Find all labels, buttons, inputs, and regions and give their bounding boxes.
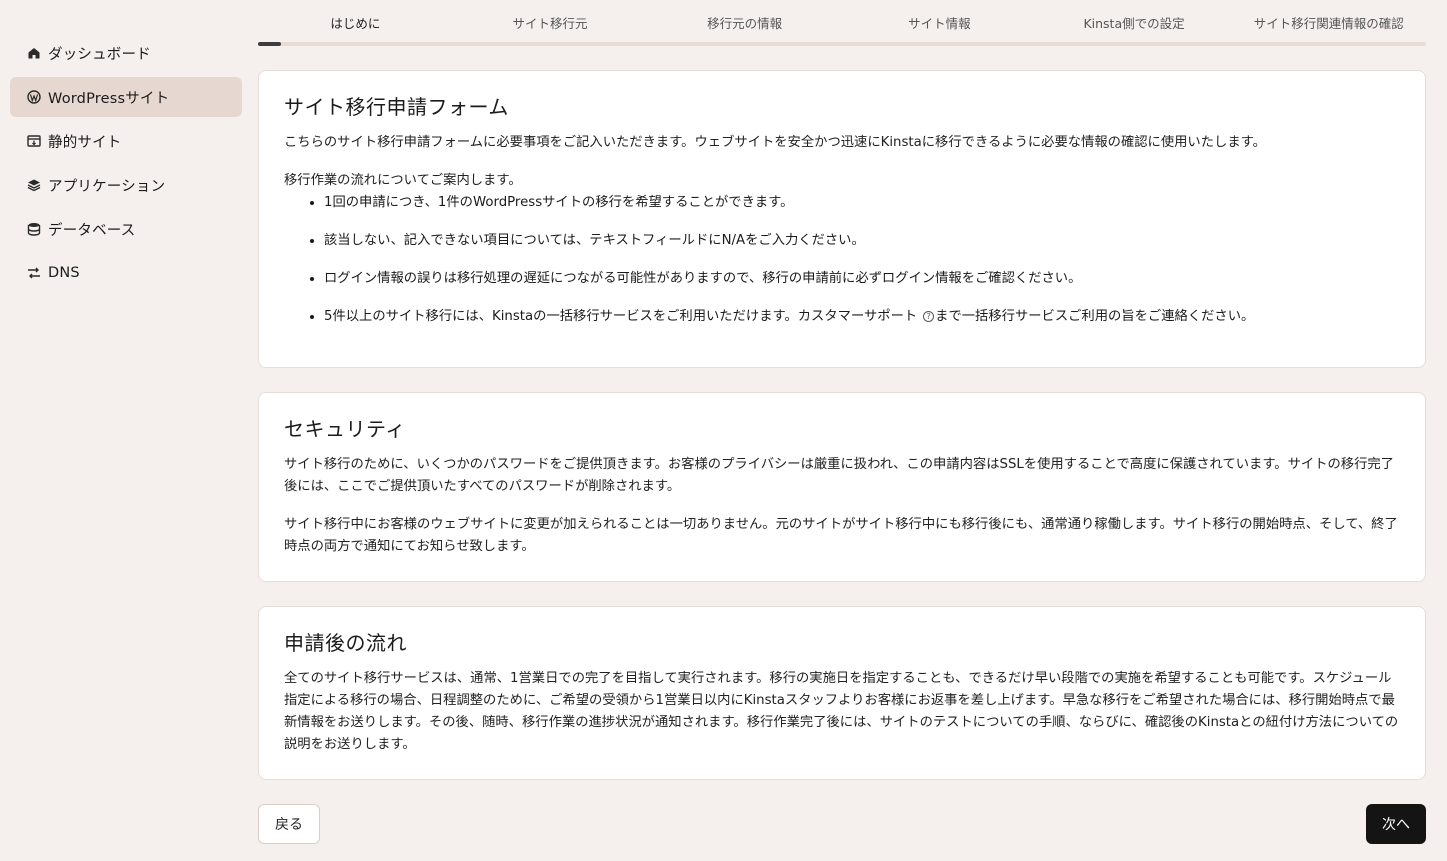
- security-card-title: セキュリティ: [284, 417, 406, 441]
- step-review[interactable]: サイト移行関連情報の確認: [1231, 11, 1426, 32]
- dns-icon: [27, 266, 41, 280]
- flow-bullet-list: 1回の申請につき、1件のWordPressサイトの移行を希望することができます。…: [284, 192, 1400, 328]
- security-card: セキュリティ サイト移行のために、いくつかのパスワードをご提供頂きます。お客様の…: [258, 392, 1426, 582]
- security-paragraph: サイト移行のために、いくつかのパスワードをご提供頂きます。お客様のプライバシーは…: [284, 457, 1394, 494]
- sidebar-item-static-sites[interactable]: 静的サイト: [10, 121, 242, 161]
- static-site-icon: [27, 134, 41, 148]
- sidebar-item-label: データベース: [48, 222, 136, 239]
- list-item: 該当しない、記入できない項目については、テキストフィールドにN/Aをご入力くださ…: [324, 230, 1400, 252]
- bulk-migration-text: 5件以上のサイト移行には、Kinstaの一括移行サービスをご利用いただけます。カ…: [324, 309, 918, 324]
- intro-card-title: サイト移行申請フォーム: [284, 95, 509, 119]
- step-site-info[interactable]: サイト情報: [842, 11, 1037, 32]
- after-card-paragraph: 全てのサイト移行サービスは、通常、1営業日での完了を目指して実行されます。移行の…: [284, 671, 1399, 752]
- sidebar-item-label: ダッシュボード: [48, 46, 151, 63]
- intro-description: こちらのサイト移行申請フォームに必要事項をご記入いただきます。ウェブサイトを安全…: [284, 135, 1266, 150]
- step-source-info[interactable]: 移行元の情報: [647, 11, 842, 32]
- sidebar: ダッシュボード WordPressサイト 静的サイト アプリケーション データベ…: [0, 0, 252, 861]
- sidebar-item-dashboard[interactable]: ダッシュボード: [10, 33, 242, 73]
- after-submission-card: 申請後の流れ 全てのサイト移行サービスは、通常、1営業日での完了を目指して実行さ…: [258, 606, 1426, 780]
- sidebar-item-databases[interactable]: データベース: [10, 209, 242, 249]
- flow-heading: 移行作業の流れについてご案内します。: [284, 173, 522, 188]
- progress-bar: [258, 42, 1426, 46]
- step-kinsta-settings[interactable]: Kinsta側での設定: [1037, 11, 1232, 32]
- migration-stepper: はじめに サイト移行元 移行元の情報 サイト情報 Kinsta側での設定 サイト…: [258, 0, 1426, 46]
- step-source-site[interactable]: サイト移行元: [453, 11, 648, 32]
- progress-bar-fill: [258, 42, 282, 46]
- bulk-migration-text-end: まで一括移行サービスご利用の旨をご連絡ください。: [935, 309, 1255, 324]
- back-button[interactable]: 戻る: [258, 804, 320, 844]
- sidebar-item-wordpress-sites[interactable]: WordPressサイト: [10, 77, 242, 117]
- next-button[interactable]: 次へ: [1366, 804, 1426, 844]
- sidebar-item-dns[interactable]: DNS: [10, 253, 242, 293]
- sidebar-item-label: DNS: [48, 265, 80, 281]
- database-icon: [27, 222, 41, 236]
- list-item: 5件以上のサイト移行には、Kinstaの一括移行サービスをご利用いただけます。カ…: [324, 306, 1400, 328]
- sidebar-item-label: アプリケーション: [48, 178, 166, 195]
- list-item: 1回の申請につき、1件のWordPressサイトの移行を希望することができます。: [324, 192, 1400, 214]
- wordpress-icon: [27, 90, 41, 104]
- after-card-title: 申請後の流れ: [284, 631, 407, 655]
- home-icon: [27, 46, 41, 60]
- sidebar-item-applications[interactable]: アプリケーション: [10, 165, 242, 205]
- list-item: ログイン情報の誤りは移行処理の遅延につながる可能性がありますので、移行の申請前に…: [324, 268, 1400, 290]
- security-paragraph: サイト移行中にお客様のウェブサイトに変更が加えられることは一切ありません。元のサ…: [284, 517, 1398, 554]
- step-introduction[interactable]: はじめに: [258, 11, 453, 32]
- layers-icon: [27, 178, 41, 192]
- sidebar-item-label: WordPressサイト: [48, 90, 170, 107]
- intro-card: サイト移行申請フォーム こちらのサイト移行申請フォームに必要事項をご記入いただき…: [258, 70, 1426, 368]
- sidebar-item-label: 静的サイト: [48, 134, 122, 151]
- help-icon[interactable]: ?: [923, 311, 935, 322]
